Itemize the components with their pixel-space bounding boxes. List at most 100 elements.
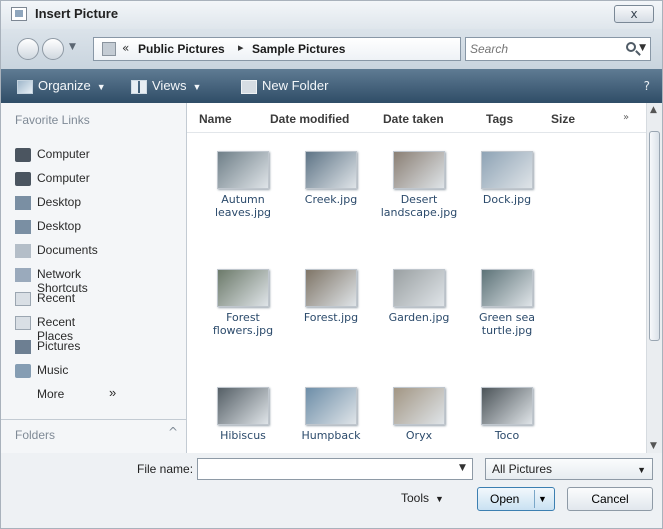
search-icon[interactable]	[626, 42, 636, 52]
search-input[interactable]	[470, 40, 615, 58]
file-thumbnail-item[interactable]: Forest.jpg	[287, 261, 375, 375]
desktop-icon	[15, 220, 31, 234]
crumb-sample-pictures[interactable]: Sample Pictures	[252, 42, 345, 56]
tools-chevron-down-icon: ▼	[435, 494, 444, 504]
column-header-name[interactable]: Name	[199, 112, 232, 126]
column-header-size[interactable]: Size	[551, 112, 575, 126]
file-name: Toco	[494, 429, 520, 442]
image-thumbnail	[305, 269, 357, 307]
crumb-public-pictures[interactable]: Public Pictures	[138, 42, 225, 56]
file-name-chevron-down-icon[interactable]: ▼	[459, 463, 466, 473]
views-icon	[131, 79, 147, 94]
image-thumbnail	[393, 269, 445, 307]
column-header-tags[interactable]: Tags	[486, 112, 513, 126]
open-options-chevron-down-icon[interactable]: ▼	[534, 490, 550, 508]
picture-icon	[11, 7, 27, 21]
search-box[interactable]: ▼	[465, 37, 651, 61]
close-button[interactable]: x	[614, 5, 654, 23]
file-name: Humpback	[301, 429, 361, 442]
computer-icon	[15, 172, 31, 186]
back-button[interactable]	[17, 38, 39, 60]
scroll-down-icon[interactable]: ▼	[650, 441, 657, 451]
sidebar-item-label: Music	[37, 363, 69, 377]
file-thumbnail-item[interactable]: Creek.jpg	[287, 143, 375, 257]
scroll-up-icon[interactable]: ▲	[650, 105, 657, 115]
file-name: Forest.jpg	[303, 311, 359, 324]
tools-button[interactable]: Tools ▼	[401, 491, 444, 505]
file-name: Oryx	[405, 429, 433, 442]
file-thumbnail-item[interactable]: Forest flowers.jpg	[199, 261, 287, 375]
recent-icon	[15, 292, 31, 306]
organize-button[interactable]: Organize ▼	[17, 78, 106, 94]
new-folder-button[interactable]: New Folder	[241, 78, 328, 94]
scroll-thumb[interactable]	[649, 131, 660, 341]
file-thumbnail-item[interactable]: Green sea turtle.jpg	[463, 261, 551, 375]
file-thumbnail-item[interactable]: Garden.jpg	[375, 261, 463, 375]
organize-label: Organize	[38, 78, 91, 93]
forward-button[interactable]	[42, 38, 64, 60]
file-name: Forest flowers.jpg	[212, 311, 274, 337]
sidebar-item-label: Desktop	[37, 195, 82, 209]
dialog-footer: File name: ▼ All Pictures ▼ Tools ▼ Open …	[1, 453, 662, 528]
more-columns-chevron-icon[interactable]: »	[623, 112, 629, 123]
organize-chevron-down-icon: ▼	[96, 82, 106, 92]
views-chevron-down-icon: ▼	[192, 82, 202, 92]
title-bar: Insert Picture x	[1, 1, 662, 29]
file-thumbnail-item[interactable]: Autumn leaves.jpg	[199, 143, 287, 257]
recent-pages-chevron-down-icon[interactable]: ▼	[69, 42, 76, 52]
new-folder-label: New Folder	[262, 78, 329, 93]
more-label: More	[37, 387, 65, 401]
crumb-overflow-chevron[interactable]: «	[122, 41, 129, 55]
views-button[interactable]: Views ▼	[131, 78, 201, 94]
folders-toggle[interactable]: Folders ^	[1, 419, 186, 453]
desktop-icon	[15, 196, 31, 210]
file-type-chevron-down-icon: ▼	[637, 465, 646, 475]
command-bar: Organize ▼ Views ▼ New Folder ?	[1, 69, 662, 103]
image-thumbnail	[217, 151, 269, 189]
computer-icon	[15, 148, 31, 162]
new-folder-icon	[241, 79, 257, 94]
file-list-view: Name Date modified Date taken Tags Size …	[187, 103, 662, 453]
image-thumbnail	[393, 151, 445, 189]
file-name: Dock.jpg	[482, 193, 532, 206]
column-header-date-modified[interactable]: Date modified	[270, 112, 349, 126]
image-thumbnail	[481, 387, 533, 425]
more-chevron-icon: »	[109, 385, 117, 400]
pictures-icon	[15, 340, 31, 354]
file-name: Desert landscape.jpg	[380, 193, 458, 219]
column-headers: Name Date modified Date taken Tags Size …	[187, 103, 647, 133]
image-thumbnail	[393, 387, 445, 425]
crumb-separator-icon[interactable]: ▸	[238, 41, 244, 54]
sidebar-item-label: Pictures	[37, 339, 81, 353]
sidebar-item-label: Computer	[37, 171, 90, 185]
window-title: Insert Picture	[35, 6, 119, 21]
cancel-button[interactable]: Cancel	[567, 487, 653, 511]
column-header-date-taken[interactable]: Date taken	[383, 112, 444, 126]
music-icon	[15, 364, 31, 378]
file-type-select[interactable]: All Pictures ▼	[485, 458, 653, 480]
organize-icon	[17, 79, 33, 94]
file-name: Green sea turtle.jpg	[478, 311, 536, 337]
open-button[interactable]: Open ▼	[477, 487, 555, 511]
file-thumbnail-item[interactable]: Desert landscape.jpg	[375, 143, 463, 257]
image-thumbnail	[305, 387, 357, 425]
help-icon[interactable]: ?	[644, 79, 650, 93]
file-type-value: All Pictures	[492, 462, 553, 476]
file-name: Garden.jpg	[388, 311, 450, 324]
sidebar-item-label: Computer	[37, 147, 90, 161]
views-label: Views	[152, 78, 187, 93]
address-bar: ▼ « Public Pictures ▸ Sample Pictures ▼ …	[1, 29, 662, 69]
file-thumbnail-item[interactable]: Dock.jpg	[463, 143, 551, 257]
search-options-chevron-down-icon[interactable]: ▼	[639, 43, 646, 53]
folder-icon	[102, 42, 116, 56]
image-thumbnail	[305, 151, 357, 189]
folders-label: Folders	[15, 428, 56, 442]
file-name-input[interactable]	[197, 458, 473, 480]
chevron-up-icon: ^	[167, 425, 178, 439]
breadcrumb[interactable]: « Public Pictures ▸ Sample Pictures ▼ ↻	[93, 37, 549, 61]
image-thumbnail	[217, 387, 269, 425]
favorite-links-heading: Favorite Links	[15, 113, 90, 127]
file-name: Hibiscus	[220, 429, 266, 442]
vertical-scrollbar[interactable]: ▲ ▼	[646, 103, 662, 453]
recent-icon	[15, 316, 31, 330]
